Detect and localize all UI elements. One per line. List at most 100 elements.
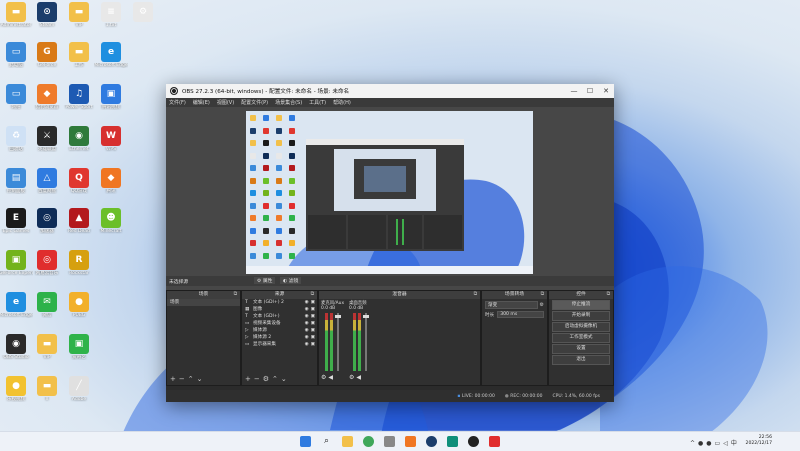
start-recording-button[interactable]: 开始录制 (552, 311, 610, 321)
settings-button[interactable]: 设置 (552, 344, 610, 354)
desktop-icon[interactable]: ▤ 控制面板 (0, 168, 33, 194)
chevron-up-icon[interactable]: ^ (690, 440, 698, 447)
move-up-icon[interactable]: ⌃ (188, 375, 197, 383)
search-icon[interactable]: ⌕ (321, 436, 332, 447)
desktop-icon[interactable]: e Microsoft Edge (94, 42, 128, 68)
desktop-icon[interactable]: ▣ 爱奇艺 (62, 334, 96, 360)
add-icon[interactable]: + (245, 375, 254, 383)
desktop-icon[interactable]: ▲ Red Dead (62, 208, 96, 234)
desktop-icon[interactable]: ▬ VIP (30, 334, 64, 360)
desktop-icon[interactable]: ≡ 1.txt (94, 2, 128, 28)
lock-icon[interactable]: ▣ (311, 327, 315, 334)
stop-streaming-button[interactable]: 停止推流 (552, 300, 610, 310)
browser-icon[interactable] (363, 436, 374, 447)
desktop-icon[interactable]: ╱ Adobe (62, 376, 96, 402)
visibility-eye-icon[interactable]: ◉ (305, 299, 309, 306)
desktop-icon[interactable]: ◉ OBS Studio (0, 334, 33, 360)
menu-file[interactable]: 文件(F) (169, 99, 186, 106)
desktop-icon[interactable]: ● PUBG (62, 292, 96, 318)
desktop-icon[interactable]: ▭ 此电脑 (0, 42, 33, 68)
desktop-icon[interactable]: △ 百度网盘 (30, 168, 64, 194)
gear-icon[interactable]: ⚙ (540, 302, 544, 308)
fader-knob[interactable] (335, 315, 341, 318)
desktop-icon[interactable]: G GeForce (30, 42, 64, 68)
close-button[interactable]: ✕ (598, 87, 614, 95)
scene-item[interactable]: 场景 (167, 299, 240, 306)
clock[interactable]: 22:56 2022/12/17 (746, 435, 772, 447)
menu-view[interactable]: 视图(V) (217, 99, 234, 106)
desktop-icon[interactable]: e Microsoft Edge (0, 292, 33, 318)
desktop-icon[interactable]: Q QQ游戏 (62, 168, 96, 194)
menu-profile[interactable]: 配置文件(P) (241, 99, 268, 106)
desktop-icon[interactable]: ▣GeForce Experience (0, 250, 33, 276)
lock-icon[interactable]: ▣ (311, 334, 315, 341)
app-icon[interactable] (447, 436, 458, 447)
desktop-icon[interactable]: ◎ 加速器 (30, 208, 64, 234)
undock-icon[interactable]: ⧉ (474, 291, 477, 299)
speaker-icon[interactable]: ◀ (356, 374, 363, 381)
minimize-button[interactable]: — (566, 87, 582, 95)
filters-button[interactable]: ◐ 滤镜 (280, 277, 302, 284)
move-down-icon[interactable]: ⌄ (197, 375, 206, 383)
volume-fader[interactable] (363, 313, 369, 371)
source-item[interactable]: ▷ 媒体源 ◉ ▣ (242, 327, 317, 334)
music-icon[interactable] (489, 436, 500, 447)
add-icon[interactable]: + (170, 375, 179, 383)
visibility-eye-icon[interactable]: ◉ (305, 306, 309, 313)
obs-window[interactable]: OBS 27.2.3 (64-bit, windows) - 配置文件: 未命名… (166, 84, 614, 402)
start-virtual-camera-button[interactable]: 启动虚拟摄像机 (552, 322, 610, 332)
start-icon[interactable] (300, 436, 311, 447)
undock-icon[interactable]: ⧉ (607, 291, 610, 299)
maximize-button[interactable]: ☐ (582, 87, 598, 95)
move-down-icon[interactable]: ⌄ (281, 375, 290, 383)
undock-icon[interactable]: ⧉ (311, 291, 314, 299)
undock-icon[interactable]: ⧉ (541, 291, 544, 299)
fader-knob[interactable] (363, 315, 369, 318)
transition-type-select[interactable]: 渐变 (485, 301, 538, 309)
desktop-icon[interactable]: ✉ 微信 (30, 292, 64, 318)
lock-icon[interactable]: ▣ (311, 299, 315, 306)
volume-icon[interactable]: ◁ (723, 440, 731, 447)
duration-field[interactable]: 300 ms (497, 311, 544, 318)
desktop-icon[interactable]: ☻ Minecraft (94, 208, 128, 234)
desktop-icon[interactable]: ▬ Administrator (0, 2, 33, 28)
undock-icon[interactable]: ⧉ (234, 291, 237, 299)
remove-icon[interactable]: − (179, 375, 188, 383)
source-item[interactable]: T 文本 (GDI+) 2 ◉ ▣ (242, 299, 317, 306)
desktop-icon[interactable]: ▬ VIP (62, 2, 96, 28)
source-item[interactable]: ▭ 显示器采集 ◉ ▣ (242, 341, 317, 348)
volume-meter[interactable] (349, 313, 377, 371)
visibility-eye-icon[interactable]: ◉ (305, 334, 309, 341)
visibility-eye-icon[interactable]: ◉ (305, 327, 309, 334)
menu-tools[interactable]: 工具(T) (309, 99, 326, 106)
desktop-icon[interactable]: E Epic Games (0, 208, 33, 234)
desktop-icon[interactable]: ⚙ (126, 2, 160, 23)
gear-icon[interactable]: ⚙ (263, 375, 272, 383)
lock-icon[interactable]: ▣ (311, 313, 315, 320)
desktop-icon[interactable]: ● 乐视视频 (0, 376, 33, 402)
desktop-icon[interactable]: ▬ II (30, 376, 64, 402)
desktop-icon[interactable]: ◆ 猎豹浏览器 (30, 84, 64, 110)
remove-icon[interactable]: − (254, 375, 263, 383)
app-icon[interactable] (384, 436, 395, 447)
desktop-icon[interactable]: ♻ 回收站 (0, 126, 33, 152)
desktop-icon[interactable]: ◉ Ethernet (62, 126, 96, 152)
visibility-eye-icon[interactable]: ◉ (305, 341, 309, 348)
app-icon[interactable] (405, 436, 416, 447)
obs-taskbar-icon[interactable] (468, 436, 479, 447)
desktop-icon[interactable]: ▣ 腾讯视频 (94, 84, 128, 110)
desktop-icon[interactable]: ⚔ 英雄联盟 (30, 126, 64, 152)
source-item[interactable]: T 文本 (GDI+) ◉ ▣ (242, 313, 317, 320)
lock-icon[interactable]: ▣ (311, 341, 315, 348)
speaker-icon[interactable]: ◀ (328, 374, 335, 381)
studio-mode-button[interactable]: 工作室模式 (552, 333, 610, 343)
desktop-icon[interactable]: R Rockstar (62, 250, 96, 276)
title-bar[interactable]: OBS 27.2.3 (64-bit, windows) - 配置文件: 未命名… (166, 84, 614, 98)
move-up-icon[interactable]: ⌃ (272, 375, 281, 383)
microphone-icon[interactable]: ● (706, 440, 714, 447)
steam-icon[interactable] (426, 436, 437, 447)
desktop-icon[interactable]: ⊙ Steam (30, 2, 64, 28)
source-item[interactable]: ▦ 图像 ◉ ▣ (242, 306, 317, 313)
volume-meter[interactable] (321, 313, 349, 371)
menu-scene-collection[interactable]: 场景集合(S) (275, 99, 302, 106)
